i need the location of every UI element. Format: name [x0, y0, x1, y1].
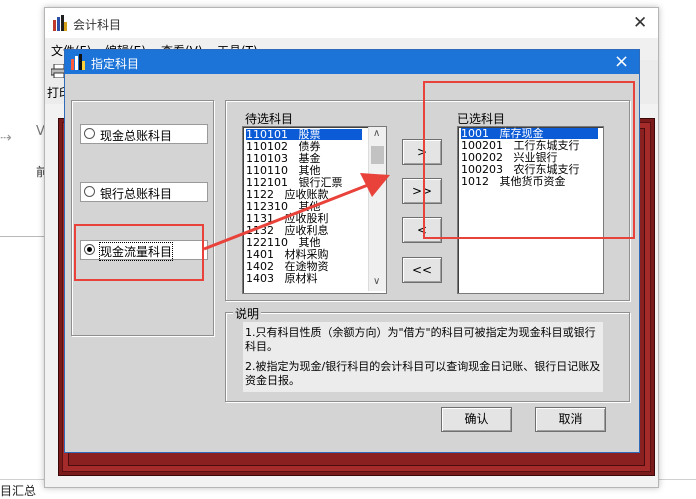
background-arrow-icon: ⇢ [0, 130, 12, 146]
annotation-arrow-icon [203, 173, 390, 251]
pending-item-11[interactable]: 1402 在途物资 [246, 261, 329, 272]
accounts-window-titlebar: 会计科目 ✕ [45, 8, 658, 38]
radio-bank-ledger-dot[interactable] [84, 186, 95, 197]
scroll-thumb[interactable] [371, 146, 384, 164]
pending-item-0[interactable]: 110101 股票 [246, 129, 362, 140]
cancel-button[interactable]: 取消 [535, 407, 606, 432]
pending-accounts-label: 待选科目 [245, 112, 294, 126]
note-line-2: 2.被指定为现金/银行科目的会计科目可以查询现金日记账、银行日记账及资金日报。 [245, 360, 601, 387]
notes-label: 说明 [233, 305, 262, 322]
background-divider [0, 236, 44, 237]
radio-bank-ledger-label: 银行总账科目 [100, 187, 173, 201]
confirm-button[interactable]: 确认 [441, 407, 512, 432]
note-line-1: 1.只有科目性质（余额方向）为"借方"的科目可被指定为现金科目或银行科目。 [245, 326, 596, 353]
scroll-up-icon[interactable]: ∧ [373, 128, 380, 139]
scroll-down-icon[interactable]: ∨ [373, 276, 380, 287]
radio-cash-ledger-dot[interactable] [84, 128, 95, 139]
radio-cash-ledger[interactable]: 现金总账科目 [80, 124, 208, 144]
dialog-title: 指定科目 [91, 57, 140, 71]
notes-box: 1.只有科目性质（余额方向）为"借方"的科目可被指定为现金科目或银行科目。 2.… [243, 322, 603, 392]
pending-item-12[interactable]: 1403 原材料 [246, 273, 318, 284]
dialog-logo-icon [71, 54, 85, 70]
remove-all-button[interactable]: << [402, 257, 442, 283]
annotation-box-chosen [423, 81, 635, 239]
background-status-text: 目汇总 [0, 484, 37, 498]
radio-bank-ledger[interactable]: 银行总账科目 [80, 182, 208, 202]
dialog-close-icon[interactable]: × [614, 51, 629, 72]
annotation-box-cash-flow [74, 224, 204, 281]
pending-item-2[interactable]: 110103 基金 [246, 153, 321, 164]
pending-item-1[interactable]: 110102 债券 [246, 141, 321, 152]
dialog-titlebar: 指定科目 × [65, 50, 639, 74]
accounts-window-title: 会计科目 [73, 18, 122, 32]
close-icon[interactable]: ✕ [633, 13, 647, 33]
app-logo-icon [53, 15, 67, 31]
radio-cash-ledger-label: 现金总账科目 [100, 129, 173, 143]
